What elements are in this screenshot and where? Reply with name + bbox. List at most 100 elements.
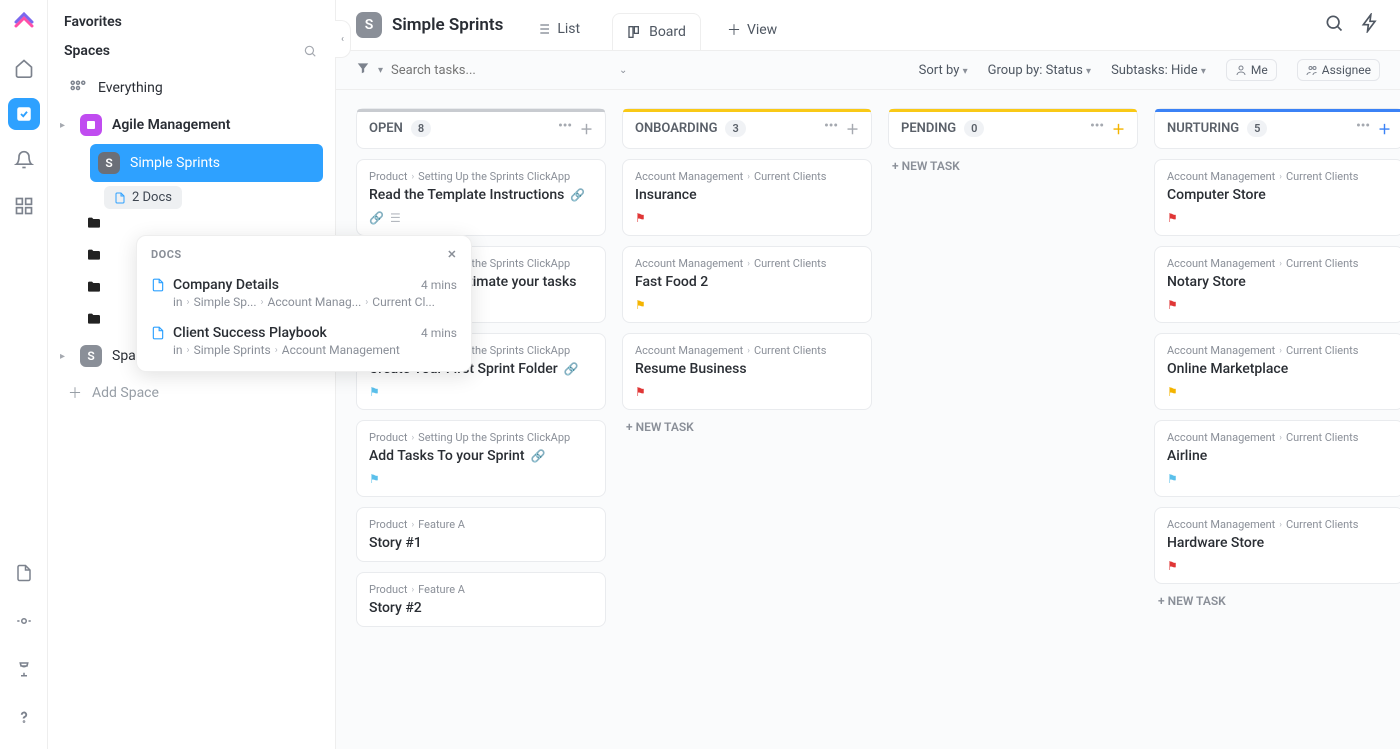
search-tasks-input[interactable] <box>391 63 531 78</box>
simple-sprints-label: Simple Sprints <box>130 155 220 171</box>
task-card[interactable]: Product ›Feature A Story #1 <box>356 507 606 562</box>
task-breadcrumb: Account Management ›Current Clients <box>1167 170 1391 183</box>
doc-icon <box>151 278 165 292</box>
docs-chip[interactable]: 2 Docs <box>104 186 182 209</box>
app-logo[interactable] <box>8 6 40 38</box>
add-task-icon[interactable]: ＋ <box>580 119 593 138</box>
task-card[interactable]: Product ›Setting Up the Sprints ClickApp… <box>356 159 606 236</box>
task-breadcrumb: Product ›Feature A <box>369 518 593 531</box>
board-toolbar: ▾ ⌄ Sort by ▾ Group by: Status ▾ Subtask… <box>336 51 1400 90</box>
column-header[interactable]: NURTURING 5 ••• ＋ <box>1154 108 1400 149</box>
task-title: Resume Business <box>635 361 859 377</box>
assignee-filter-button[interactable]: Assignee <box>1297 59 1380 81</box>
add-task-icon[interactable]: ＋ <box>1112 119 1125 138</box>
priority-flag-icon: ⚑ <box>369 385 380 399</box>
task-title: Online Marketplace <box>1167 361 1391 377</box>
column-header[interactable]: PENDING 0 ••• ＋ <box>888 108 1138 149</box>
board-column: ONBOARDING 3 ••• ＋ Account Management ›C… <box>622 108 872 731</box>
close-icon[interactable]: ✕ <box>447 248 457 261</box>
add-task-icon[interactable]: ＋ <box>846 119 859 138</box>
attachment-icon: 🔗 <box>564 362 579 376</box>
task-card[interactable]: Account Management ›Current Clients Onli… <box>1154 333 1400 410</box>
task-card[interactable]: Account Management ›Current Clients Comp… <box>1154 159 1400 236</box>
search-icon[interactable] <box>1324 13 1344 37</box>
folder-icon <box>86 247 106 267</box>
task-title: Insurance <box>635 187 859 203</box>
group-by-button[interactable]: Group by: Status ▾ <box>988 63 1091 78</box>
task-breadcrumb: Product ›Setting Up the Sprints ClickApp <box>369 431 593 444</box>
task-card[interactable]: Account Management ›Current Clients Insu… <box>622 159 872 236</box>
add-view-button[interactable]: ＋ View <box>719 10 785 50</box>
task-breadcrumb: Account Management ›Current Clients <box>635 170 859 183</box>
priority-flag-icon: ⚑ <box>369 472 380 486</box>
column-menu-icon[interactable]: ••• <box>824 119 838 138</box>
caret-icon[interactable]: ▾ <box>78 158 90 169</box>
task-card[interactable]: Product ›Feature A Story #2 <box>356 572 606 627</box>
task-card[interactable]: Account Management ›Current Clients Hard… <box>1154 507 1400 584</box>
docs-icon[interactable] <box>8 557 40 589</box>
pulse-icon[interactable] <box>8 605 40 637</box>
tab-board[interactable]: Board <box>612 13 701 50</box>
favorites-heading[interactable]: Favorites <box>60 14 323 30</box>
task-card[interactable]: Product ›Setting Up the Sprints ClickApp… <box>356 420 606 497</box>
column-name: NURTURING <box>1167 121 1239 136</box>
tab-list[interactable]: List <box>521 11 594 49</box>
doc-row[interactable]: Company Details 4 mins in ›Simple Sp... … <box>137 269 471 317</box>
caret-icon[interactable]: ▸ <box>60 120 72 131</box>
me-filter-button[interactable]: Me <box>1226 59 1277 81</box>
add-task-icon[interactable]: ＋ <box>1378 119 1391 138</box>
task-breadcrumb: Account Management ›Current Clients <box>1167 257 1391 270</box>
column-menu-icon[interactable]: ••• <box>1356 119 1370 138</box>
chevron-down-icon[interactable]: ⌄ <box>619 65 627 76</box>
caret-icon[interactable]: ▸ <box>60 351 72 362</box>
column-menu-icon[interactable]: ••• <box>558 119 572 138</box>
chevron-down-icon[interactable]: ▾ <box>378 65 383 76</box>
filter-icon[interactable] <box>356 61 370 79</box>
docs-chip-label: 2 Docs <box>132 190 172 205</box>
task-card[interactable]: Account Management ›Current Clients Fast… <box>622 246 872 323</box>
add-space-label: Add Space <box>92 385 159 401</box>
everything-icon <box>68 78 88 98</box>
task-card[interactable]: Account Management ›Current Clients Resu… <box>622 333 872 410</box>
spaces-heading[interactable]: Spaces <box>64 43 110 59</box>
task-breadcrumb: Account Management ›Current Clients <box>635 344 859 357</box>
left-rail <box>0 0 48 749</box>
task-title: Fast Food 2 <box>635 274 859 290</box>
task-title: Story #1 <box>369 535 593 551</box>
task-card[interactable]: Account Management ›Current Clients Airl… <box>1154 420 1400 497</box>
doc-row[interactable]: Client Success Playbook 4 mins in ›Simpl… <box>137 317 471 365</box>
tab-list-label: List <box>557 21 580 37</box>
tasks-icon[interactable] <box>8 98 40 130</box>
new-task-button[interactable]: + NEW TASK <box>1154 584 1400 618</box>
task-card[interactable]: Account Management ›Current Clients Nota… <box>1154 246 1400 323</box>
everything-label: Everything <box>98 80 163 96</box>
help-icon[interactable] <box>8 701 40 733</box>
board[interactable]: OPEN 8 ••• ＋ Product ›Setting Up the Spr… <box>336 90 1400 749</box>
column-header[interactable]: OPEN 8 ••• ＋ <box>356 108 606 149</box>
goals-icon[interactable] <box>8 653 40 685</box>
automations-icon[interactable] <box>1360 13 1380 37</box>
notifications-icon[interactable] <box>8 144 40 176</box>
new-task-button[interactable]: + NEW TASK <box>888 149 1138 183</box>
task-title: Notary Store <box>1167 274 1391 290</box>
subtasks-button[interactable]: Subtasks: Hide ▾ <box>1111 63 1206 78</box>
new-task-button[interactable]: + NEW TASK <box>622 410 872 444</box>
sort-by-button[interactable]: Sort by ▾ <box>919 63 968 78</box>
doc-breadcrumb: in ›Simple Sprints ›Account Management <box>173 343 457 357</box>
docs-popover: DOCS ✕ Company Details 4 mins in ›Simple… <box>136 235 472 372</box>
task-title: Read the Template Instructions 🔗 <box>369 187 593 203</box>
space-badge: S <box>80 345 102 367</box>
sidebar-item-agile[interactable]: Agile Management <box>72 106 323 144</box>
folder-icon <box>86 311 106 331</box>
plus-icon: ＋ <box>727 20 741 40</box>
sidebar-item-simple-sprints[interactable]: S Simple Sprints <box>90 144 323 182</box>
search-spaces-icon[interactable] <box>301 42 319 60</box>
column-header[interactable]: ONBOARDING 3 ••• ＋ <box>622 108 872 149</box>
board-column: OPEN 8 ••• ＋ Product ›Setting Up the Spr… <box>356 108 606 731</box>
collapse-sidebar-button[interactable]: ‹ <box>335 20 351 58</box>
home-icon[interactable] <box>8 52 40 84</box>
dashboards-icon[interactable] <box>8 190 40 222</box>
column-menu-icon[interactable]: ••• <box>1090 119 1104 138</box>
add-space-button[interactable]: ＋ Add Space <box>60 375 323 411</box>
sidebar-item-everything[interactable]: Everything <box>60 70 323 106</box>
